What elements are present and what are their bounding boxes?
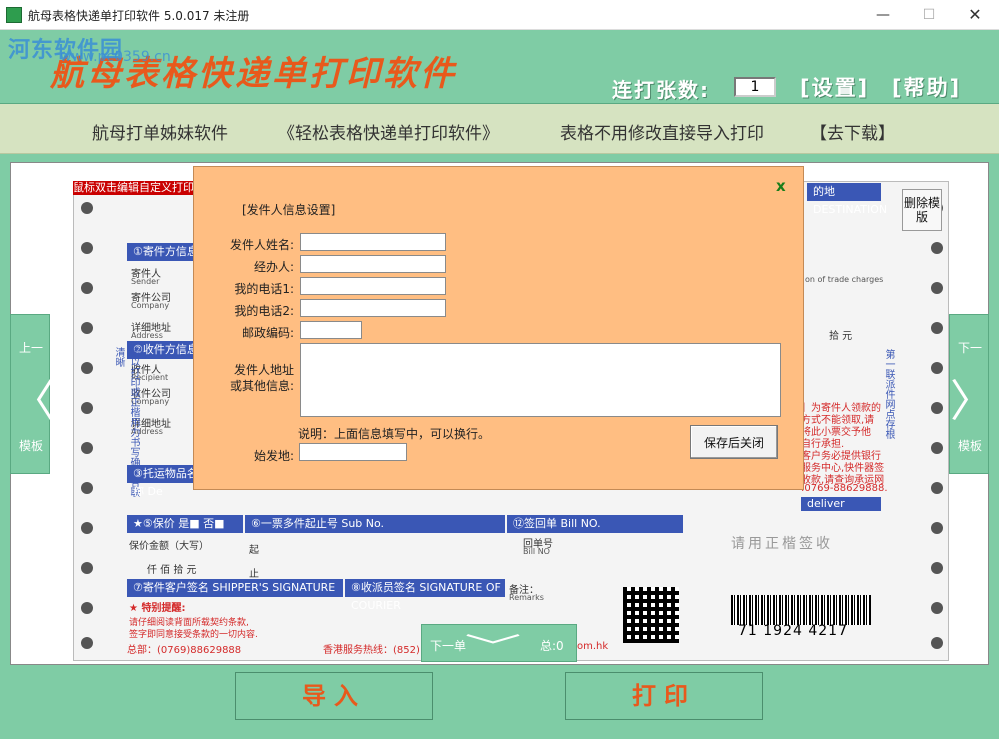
barcode-number: 71 1924 4217 [738,623,848,639]
maximize-button[interactable]: ☐ [906,0,952,30]
tractor-holes-left [74,182,98,662]
next-top-label: 下一 [957,341,982,355]
sender-name-input[interactable] [300,233,446,251]
insure-header: ★⑤保价 是■ 否■ [127,515,243,533]
slogan-easy-table-software[interactable]: 《轻松表格快递单打印软件》 [278,119,499,144]
print-count-label: 连打张数: [612,78,710,102]
phone1-input[interactable] [300,277,446,295]
postcode-label: 邮政编码: [241,326,294,340]
address-label-line2: 或其他信息: [229,379,294,393]
help-link[interactable]: [帮助] [892,72,961,102]
insure-digits-label: 仟 佰 拾 元 [147,565,197,576]
dialog-close-icon[interactable]: x [776,177,786,195]
prev-bottom-label: 模板 [18,439,43,453]
sign-prompt: 请用正楷签收 [731,536,833,552]
hk-site: om.hk [577,641,609,652]
payment-note-8: :0769-88629888. [801,483,888,494]
chevron-right-icon: 〉 [950,376,994,427]
origin-input[interactable] [299,443,407,461]
edit-hint-strip: 鼠标双击编辑自定义打印 [73,181,205,195]
remarks-en: Remarks [509,593,544,602]
trade-charges-label: on of trade charges [805,275,884,284]
amount-digits-label: 拾 元 [829,331,853,342]
prev-top-label: 上一 [18,341,43,355]
dialog-note: 说明：上面信息填写中，可以换行。 [298,427,491,441]
record-pager: 下一单 ﹀ 总:0 [421,624,577,664]
handler-label: 经办人: [253,260,294,274]
window-titlebar: 航母表格快递单打印软件 5.0.017 未注册 — ☐ ✕ [0,0,999,30]
hq-phone: 总部：(0769)88629888 [127,645,242,656]
copy-note: 第一联派件网点存根 [883,349,894,439]
slogan-bar: 航母打单姊妹软件 《轻松表格快递单打印软件》 表格不用修改直接导入打印 【去下载… [0,104,999,154]
shipper-sign-header: ⑦寄件客户签名 SHIPPER'S SIGNATURE [127,579,343,597]
window-title: 航母表格快递单打印软件 5.0.017 未注册 [28,9,250,23]
save-and-close-button[interactable]: 保存后关闭 [690,425,778,459]
record-total: 总:0 [540,639,564,653]
handler-input[interactable] [300,255,446,273]
destination-header: 的地 DESTINATION [807,183,887,216]
barcode [731,595,871,625]
origin-label: 始发地: [253,449,294,463]
phone1-label: 我的电话1: [234,282,294,296]
postcode-input[interactable] [300,321,362,339]
print-button[interactable]: 打印 [565,672,763,720]
special-notice: ★ 特别提醒: [129,603,186,614]
tractor-holes-right [924,182,948,662]
return-no-en: Bill NO [523,547,550,556]
address-en-label: Address [131,331,163,340]
end-label: 止 [249,569,259,580]
print-count-input[interactable]: 1 [734,77,776,97]
watermark-url: www.pc0359.cn [60,49,171,65]
next-record-button[interactable]: 下一单 [430,637,466,654]
close-window-button[interactable]: ✕ [952,0,998,30]
hk-hotline: 香港服务热线：(852) [323,645,420,656]
next-bottom-label: 模板 [957,439,982,453]
chevron-left-icon: 〈 [11,376,55,427]
sender-name-label: 发件人姓名: [229,238,294,252]
sender-address-textarea[interactable] [300,343,781,417]
courier-sign-header: ⑧收派员签名 SIGNATURE OF COURIER [345,579,505,612]
company-en-label: Company [131,301,170,310]
return-bill-header: ⑫签回单 Bill NO. [507,515,683,533]
dialog-heading: [发件人信息设置] [242,203,336,217]
import-button[interactable]: 导入 [235,672,433,720]
multi-piece-header: ⑥一票多件起止号 Sub No. [245,515,505,533]
sender-settings-dialog: x [发件人信息设置] 发件人姓名: 经办人: 我的电话1: 我的电话2: 邮政… [193,166,804,490]
chevron-down-icon[interactable]: ﹀ [464,627,521,664]
notice-text-2: 签字即同意接受条款的一切内容. [129,630,258,640]
insure-amount-label: 保价金额（大写） [129,541,209,552]
qr-code [623,587,679,643]
app-icon [6,7,22,23]
delete-template-button[interactable]: 删除模版 [902,189,942,231]
sender-en-label: Sender [131,277,160,286]
minimize-button[interactable]: — [860,0,906,30]
phone2-input[interactable] [300,299,446,317]
slogan-download-link[interactable]: 【去下载】 [810,119,895,144]
address-label-line1: 发件人地址 [233,363,294,377]
slogan-sister-software[interactable]: 航母打单姊妹软件 [92,119,228,144]
next-template-button[interactable]: 下一 〉 模板 [949,314,994,474]
prev-template-button[interactable]: 上一 〈 模板 [10,314,55,474]
deliver-bar: deliver [801,497,881,511]
settings-link[interactable]: [设置] [800,72,869,102]
phone2-label: 我的电话2: [234,304,294,318]
start-label: 起 [249,545,259,556]
slogan-direct-import[interactable]: 表格不用修改直接导入打印 [560,119,764,144]
